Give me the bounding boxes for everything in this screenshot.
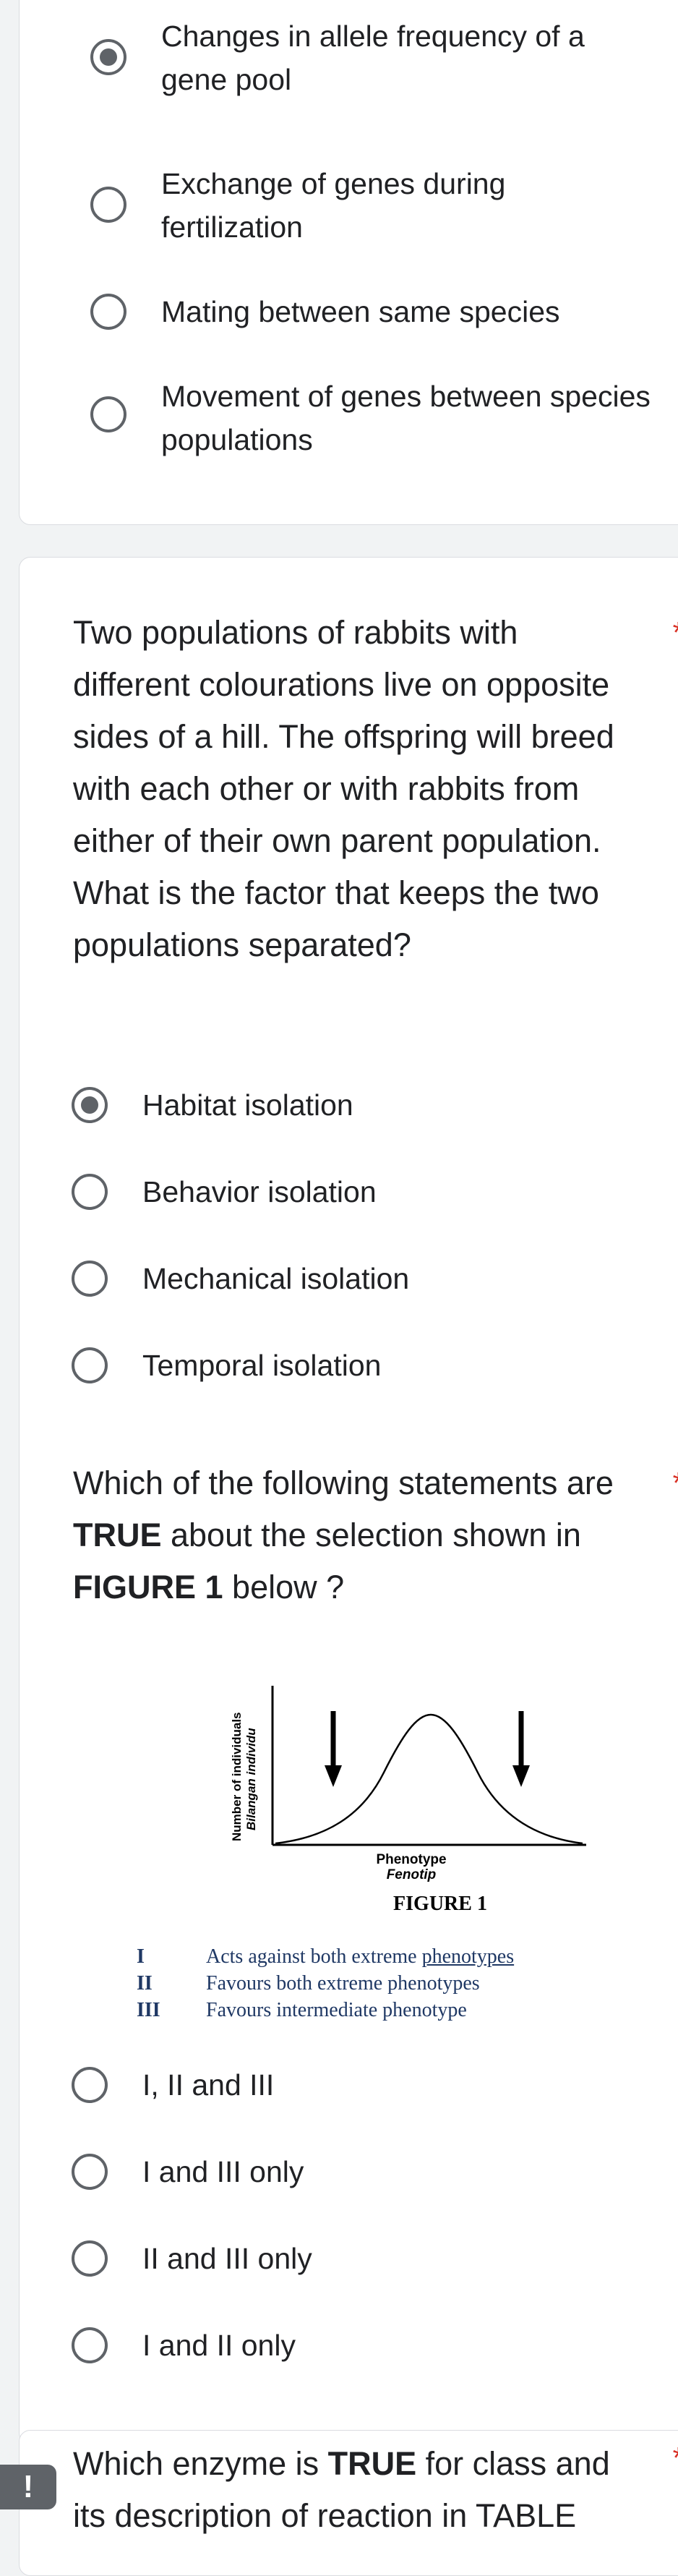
radio-unchecked[interactable] (72, 1174, 108, 1210)
statement-row: II Favours both extreme phenotypes (137, 1970, 643, 1997)
question-card-1: Changes in allele frequency of a gene po… (19, 0, 678, 525)
xlabel-1: Phenotype (376, 1852, 446, 1867)
q3-text-pre: Which of the following statements are (73, 1464, 614, 1501)
required-asterisk: * (673, 615, 678, 650)
statement-text-underlined: phenotypes (421, 1945, 515, 1968)
ylabel-2: Bilangan individu (244, 1728, 258, 1830)
option-label: Changes in allele frequency of a gene po… (161, 20, 585, 96)
statement-row: III Favours intermediate phenotype (137, 1997, 643, 2023)
option-label: I, II and III (142, 2068, 275, 2102)
statement-num: III (137, 1999, 160, 2021)
statement-text-pre: Acts against both extreme (206, 1945, 422, 1968)
q3-text-post: below ? (223, 1569, 345, 1605)
q3-bold-figure: FIGURE 1 (73, 1569, 223, 1605)
option-label: II and III only (142, 2242, 312, 2275)
radio-unchecked[interactable] (72, 1347, 108, 1383)
q3-bold-true: TRUE (73, 1517, 162, 1553)
q4-bold-true: TRUE (327, 2445, 417, 2482)
statement-num: I (137, 1945, 145, 1968)
question-card-2: Two populations of rabbits with differen… (19, 557, 678, 2444)
q3-text-mid: about the selection shown in (161, 1517, 581, 1553)
radio-unchecked[interactable] (72, 2154, 108, 2190)
right-arrow-icon (512, 1711, 530, 1787)
statement-num: II (137, 1972, 153, 1995)
radio-unchecked[interactable] (90, 396, 126, 432)
selection-figure: Number of individuals Bilangan individu … (230, 1686, 586, 1915)
required-asterisk: * (673, 2441, 678, 2475)
option-label: Behavior isolation (142, 1175, 377, 1208)
radio-unchecked[interactable] (72, 1261, 108, 1297)
radio-unchecked[interactable] (72, 2067, 108, 2103)
statement-row: I Acts against both extreme phenotypes (137, 1943, 643, 1970)
question-text-q4: Which enzyme is TRUE for class and its d… (73, 2438, 651, 2542)
xlabel-2: Fenotip (387, 1867, 437, 1882)
statement-text: Favours both extreme phenotypes (206, 1972, 480, 1995)
option-label: Exchange of genes during fertilization (161, 167, 506, 244)
radio-unchecked[interactable] (90, 187, 126, 223)
option-label: I and II only (142, 2329, 296, 2362)
statement-list: I Acts against both extreme phenotypes I… (137, 1943, 643, 2023)
radio-unchecked[interactable] (72, 2327, 108, 2363)
alert-icon[interactable]: ! (0, 2465, 56, 2509)
option-label: Habitat isolation (142, 1088, 353, 1122)
question-card-4: Which enzyme is TRUE for class and its d… (19, 2430, 678, 2576)
option-label: Mechanical isolation (142, 1262, 410, 1295)
radio-checked[interactable] (72, 1087, 108, 1123)
statement-text: Acts against both extreme phenotypes (206, 1943, 514, 1970)
option-label: I and III only (142, 2155, 304, 2188)
radio-unchecked[interactable] (72, 2240, 108, 2277)
required-asterisk: * (673, 1466, 678, 1501)
figure-caption: FIGURE 1 (393, 1893, 487, 1915)
question-text-q3: Which of the following statements are TR… (73, 1457, 637, 1613)
radio-unchecked[interactable] (90, 294, 126, 330)
left-arrow-icon (325, 1711, 342, 1787)
bell-curve (275, 1713, 583, 1845)
option-label: Temporal isolation (142, 1349, 382, 1382)
radio-checked[interactable] (90, 39, 126, 75)
q4-text-pre: Which enzyme is (73, 2445, 328, 2482)
option-label: Movement of genes between species popula… (161, 380, 651, 456)
ylabel-1: Number of individuals (230, 1712, 244, 1841)
question-text: Two populations of rabbits with differen… (73, 614, 614, 963)
option-label: Mating between same species (161, 295, 560, 328)
statement-text: Favours intermediate phenotype (206, 1999, 467, 2021)
